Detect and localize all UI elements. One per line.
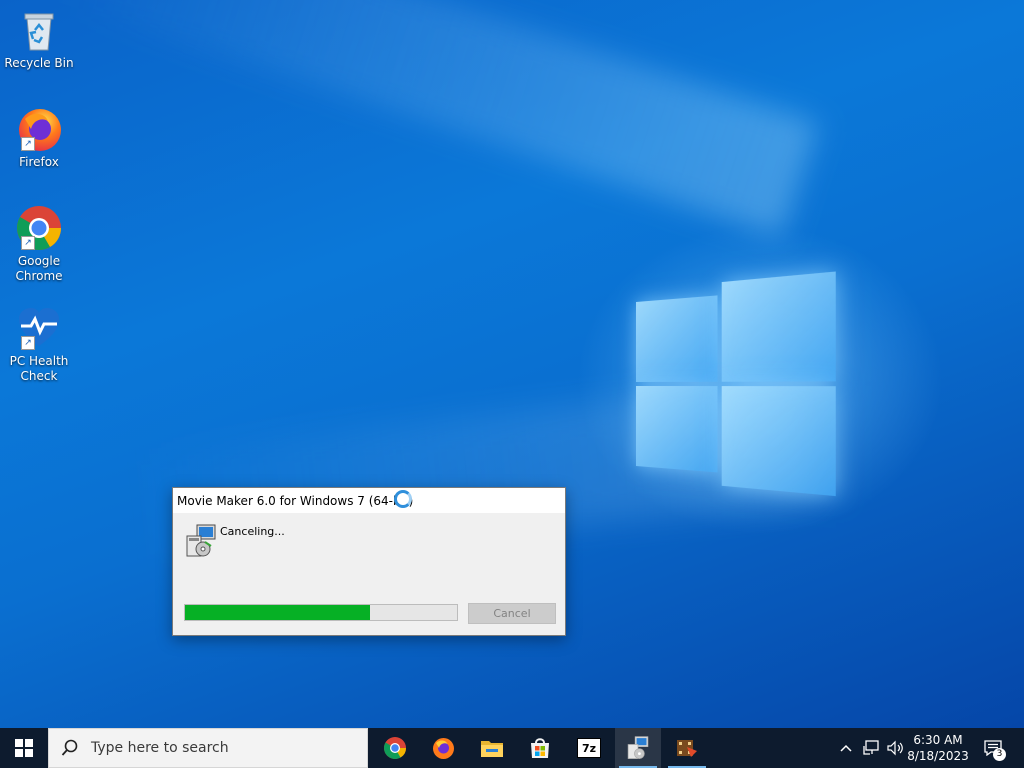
notification-count-badge: 3 bbox=[993, 748, 1006, 761]
taskbar-app-chrome[interactable] bbox=[372, 728, 418, 768]
windows-logo-wallpaper bbox=[636, 271, 836, 498]
desktop-icon-label: Recycle Bin bbox=[4, 56, 74, 70]
desktop-icon-label: PC Health Check bbox=[9, 354, 69, 383]
taskbar-app-movie-maker-setup[interactable] bbox=[615, 728, 661, 768]
network-icon bbox=[863, 740, 879, 755]
network-tray-button[interactable] bbox=[860, 728, 882, 768]
clock[interactable]: 6:30 AM 8/18/2023 bbox=[900, 732, 976, 764]
dialog-title: Movie Maker 6.0 for Windows 7 (64-bit) bbox=[177, 493, 414, 508]
status-text: Canceling... bbox=[220, 525, 285, 538]
desktop-icon-pc-health-check[interactable]: ↗ PC Health Check bbox=[4, 304, 74, 384]
shortcut-arrow-icon: ↗ bbox=[21, 236, 35, 250]
firefox-icon: ↗ bbox=[15, 105, 63, 153]
taskbar-app-movie-maker[interactable] bbox=[664, 728, 710, 768]
store-icon bbox=[531, 738, 549, 758]
progress-bar bbox=[184, 604, 458, 621]
taskbar-app-microsoft-store[interactable] bbox=[517, 728, 563, 768]
setup-icon bbox=[627, 736, 649, 759]
shortcut-arrow-icon: ↗ bbox=[21, 336, 35, 350]
cancel-button[interactable]: Cancel bbox=[468, 603, 556, 624]
movie-maker-icon bbox=[677, 740, 697, 757]
chevron-up-icon bbox=[840, 744, 852, 752]
firefox-icon bbox=[433, 738, 454, 759]
busy-cursor-icon bbox=[394, 490, 412, 508]
taskbar-app-file-explorer[interactable] bbox=[469, 728, 515, 768]
folder-icon bbox=[481, 741, 503, 757]
clock-date: 8/18/2023 bbox=[907, 749, 969, 763]
desktop[interactable]: Recycle Bin ↗ Firefox ↗ Google Chrome ↗ … bbox=[0, 0, 1024, 728]
clock-time: 6:30 AM bbox=[913, 733, 963, 747]
recycle-bin-icon bbox=[15, 6, 63, 54]
windows-start-icon bbox=[15, 739, 33, 757]
show-hidden-icons-button[interactable] bbox=[836, 728, 856, 768]
setup-dialog[interactable]: Movie Maker 6.0 for Windows 7 (64-bit) C… bbox=[172, 487, 566, 636]
desktop-icon-label: Google Chrome bbox=[15, 254, 63, 283]
search-placeholder: Type here to search bbox=[91, 740, 229, 756]
taskbar-app-7zip[interactable]: 7z bbox=[566, 728, 612, 768]
chrome-icon bbox=[384, 737, 406, 759]
shortcut-arrow-icon: ↗ bbox=[21, 137, 35, 151]
search-icon bbox=[61, 739, 78, 756]
desktop-icon-label: Firefox bbox=[19, 155, 59, 169]
start-button[interactable] bbox=[0, 728, 48, 768]
taskbar-search-box[interactable]: Type here to search bbox=[48, 728, 368, 768]
progress-fill bbox=[185, 605, 370, 620]
desktop-icon-recycle-bin[interactable]: Recycle Bin bbox=[4, 6, 74, 71]
light-beam bbox=[58, 0, 819, 238]
setup-icon bbox=[185, 524, 217, 558]
taskbar: Type here to search 7z 6:30 AM 8/18/2023 bbox=[0, 728, 1024, 768]
chrome-icon: ↗ bbox=[15, 204, 63, 252]
desktop-icon-firefox[interactable]: ↗ Firefox bbox=[4, 105, 74, 170]
7zip-icon: 7z bbox=[577, 738, 601, 758]
dialog-titlebar[interactable]: Movie Maker 6.0 for Windows 7 (64-bit) bbox=[173, 488, 565, 513]
taskbar-app-firefox[interactable] bbox=[420, 728, 466, 768]
pc-health-check-icon: ↗ bbox=[15, 304, 63, 352]
desktop-icon-google-chrome[interactable]: ↗ Google Chrome bbox=[4, 204, 74, 284]
